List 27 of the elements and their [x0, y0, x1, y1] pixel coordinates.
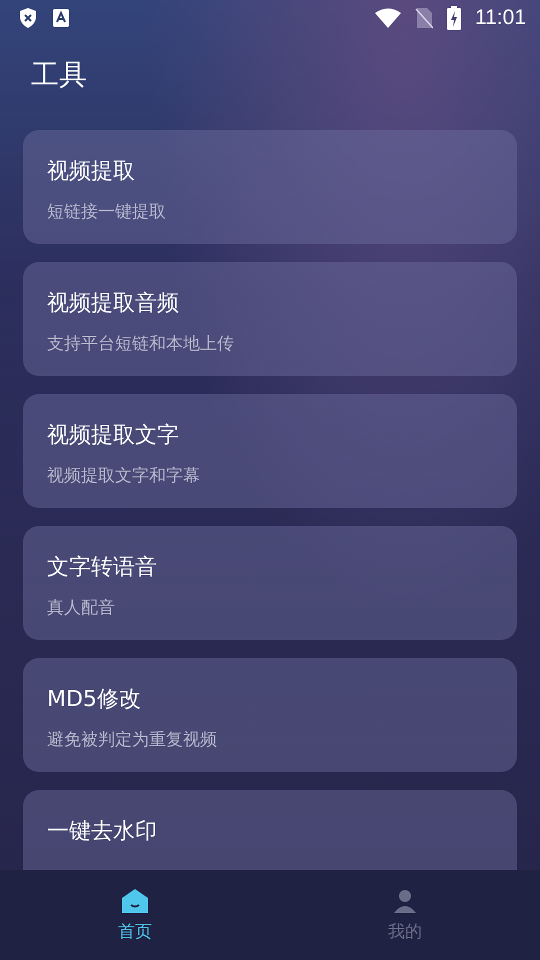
tool-card[interactable]: MD5修改 避免被判定为重复视频 [23, 658, 517, 772]
tool-card[interactable]: 视频提取音频 支持平台短链和本地上传 [23, 262, 517, 376]
tool-description: 真人配音 [47, 597, 115, 619]
tool-title: 视频提取音频 [47, 290, 179, 318]
home-icon [121, 888, 149, 914]
tool-card[interactable]: 一键去水印 [23, 790, 517, 870]
page-title: 工具 [31, 57, 87, 93]
person-icon [391, 888, 419, 914]
nav-tab[interactable]: 首页 [0, 870, 270, 960]
tool-title: MD5修改 [47, 686, 141, 714]
tool-title: 文字转语音 [47, 554, 157, 582]
tool-title: 一键去水印 [47, 818, 157, 846]
tool-description: 支持平台短链和本地上传 [47, 333, 234, 355]
keyboard-icon [52, 8, 70, 28]
tool-title: 视频提取 [47, 158, 135, 186]
wifi-icon [375, 8, 401, 28]
shield-icon [18, 7, 38, 29]
no-sim-icon [415, 7, 433, 29]
tool-description: 视频提取文字和字幕 [47, 465, 200, 487]
tool-description: 短链接一键提取 [47, 201, 166, 223]
tool-card[interactable]: 视频提取文字 视频提取文字和字幕 [23, 394, 517, 508]
tool-title: 视频提取文字 [47, 422, 179, 450]
tool-card[interactable]: 视频提取 短链接一键提取 [23, 130, 517, 244]
tool-card[interactable]: 文字转语音 真人配音 [23, 526, 517, 640]
tool-description: 避免被判定为重复视频 [47, 729, 217, 751]
battery-icon [447, 6, 461, 30]
clock-time: 11:01 [475, 6, 526, 30]
